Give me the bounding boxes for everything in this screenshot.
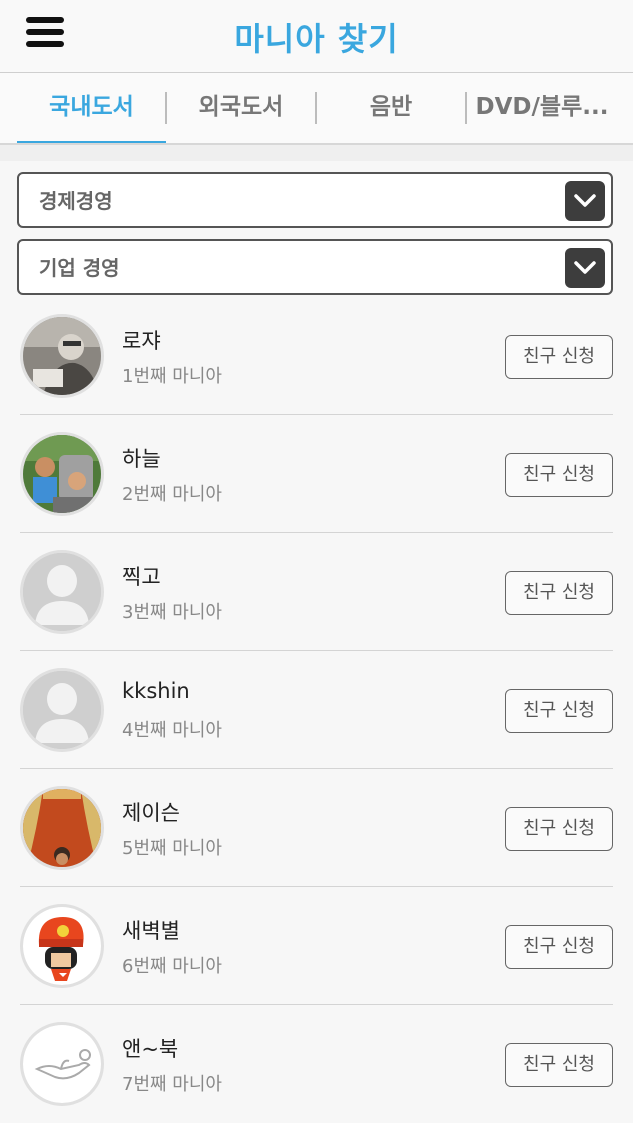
list-item[interactable]: 로쟈 1번째 마니아 친구 신청 bbox=[0, 297, 633, 415]
avatar bbox=[20, 1022, 104, 1106]
user-rank: 3번째 마니아 bbox=[122, 602, 222, 623]
list-item[interactable]: 새벽별 6번째 마니아 친구 신청 bbox=[0, 887, 633, 1005]
friend-request-button[interactable]: 친구 신청 bbox=[505, 453, 613, 497]
avatar bbox=[20, 432, 104, 516]
tab-dvd-bluray[interactable]: DVD/블루... bbox=[467, 73, 617, 143]
list-item[interactable]: kkshin 4번째 마니아 친구 신청 bbox=[0, 651, 633, 769]
user-rank: 7번째 마니아 bbox=[122, 1074, 222, 1095]
friend-request-button[interactable]: 친구 신청 bbox=[505, 925, 613, 969]
category-tabs: 국내도서 외국도서 음반 DVD/블루... bbox=[0, 73, 633, 145]
user-name: 하늘 bbox=[122, 447, 161, 471]
avatar bbox=[20, 904, 104, 988]
chevron-down-icon[interactable] bbox=[565, 248, 605, 288]
list-item[interactable]: 찍고 3번째 마니아 친구 신청 bbox=[0, 533, 633, 651]
user-name: 앤~북 bbox=[122, 1037, 179, 1061]
tab-foreign-books[interactable]: 외국도서 bbox=[167, 73, 315, 143]
chevron-down-icon[interactable] bbox=[565, 181, 605, 221]
page-title: 마니아 찾기 bbox=[234, 20, 399, 58]
avatar bbox=[20, 786, 104, 870]
friend-request-button[interactable]: 친구 신청 bbox=[505, 807, 613, 851]
user-name: 제이슨 bbox=[122, 801, 180, 825]
user-name: 찍고 bbox=[122, 565, 161, 589]
app-header: 마니아 찾기 bbox=[0, 0, 633, 73]
user-rank: 1번째 마니아 bbox=[122, 366, 222, 387]
friend-request-button[interactable]: 친구 신청 bbox=[505, 1043, 613, 1087]
friend-request-button[interactable]: 친구 신청 bbox=[505, 689, 613, 733]
user-rank: 6번째 마니아 bbox=[122, 956, 222, 977]
list-item[interactable]: 하늘 2번째 마니아 친구 신청 bbox=[0, 415, 633, 533]
avatar bbox=[20, 668, 104, 752]
tab-music[interactable]: 음반 bbox=[317, 73, 465, 143]
user-name: 로쟈 bbox=[122, 329, 161, 353]
subcategory-select[interactable]: 기업 경영 bbox=[17, 239, 613, 295]
tab-domestic-books[interactable]: 국내도서 bbox=[17, 73, 166, 143]
subcategory-select-value: 기업 경영 bbox=[39, 256, 120, 280]
user-rank: 2번째 마니아 bbox=[122, 484, 222, 505]
category-select[interactable]: 경제경영 bbox=[17, 172, 613, 228]
user-rank: 4번째 마니아 bbox=[122, 720, 222, 741]
avatar bbox=[20, 314, 104, 398]
user-rank: 5번째 마니아 bbox=[122, 838, 222, 859]
divider-strip bbox=[0, 145, 633, 161]
friend-request-button[interactable]: 친구 신청 bbox=[505, 571, 613, 615]
user-name: kkshin bbox=[122, 679, 190, 703]
user-name: 새벽별 bbox=[122, 919, 180, 943]
category-select-value: 경제경영 bbox=[39, 189, 113, 213]
friend-request-button[interactable]: 친구 신청 bbox=[505, 335, 613, 379]
avatar bbox=[20, 550, 104, 634]
list-item[interactable]: 앤~북 7번째 마니아 친구 신청 bbox=[0, 1005, 633, 1123]
list-item[interactable]: 제이슨 5번째 마니아 친구 신청 bbox=[0, 769, 633, 887]
